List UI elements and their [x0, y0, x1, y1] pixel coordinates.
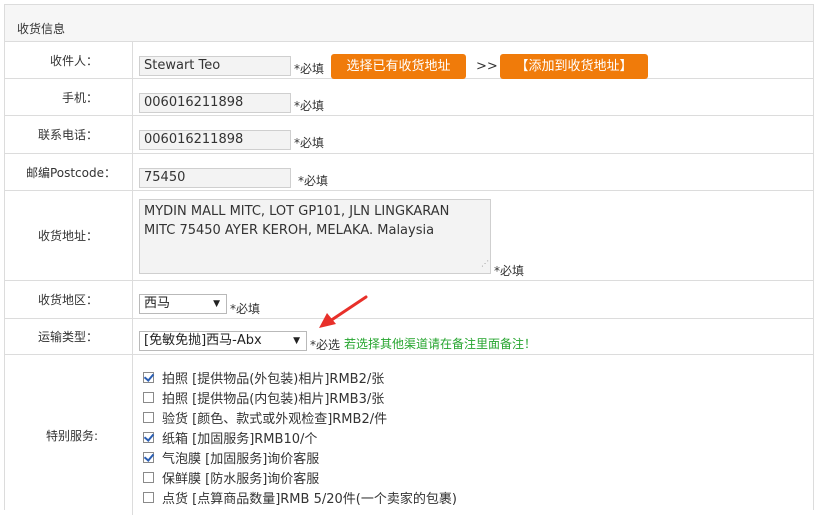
recipient-row: 收件人： Stewart Teo *必填 选择已有收货地址 >> 【添加到收货地… [5, 42, 813, 79]
chevron-down-icon: ▼ [213, 299, 220, 309]
service-item[interactable]: 拍照 [提供物品(外包装)相片]RMB2/张 [143, 368, 384, 387]
region-select[interactable]: 西马 ▼ [139, 294, 227, 314]
region-selected: 西马 [144, 296, 171, 311]
shipping-required: *必选 [310, 338, 341, 352]
phone-label: 联系电话： [37, 128, 98, 142]
services-list: 拍照 [提供物品(外包装)相片]RMB2/张 拍照 [提供物品(内包装)相片]R… [133, 355, 813, 515]
checkbox[interactable] [143, 491, 154, 503]
address-label: 收货地址： [37, 229, 98, 243]
service-item[interactable]: 纸箱 [加固服务]RMB10/个 [143, 428, 317, 447]
checkbox[interactable] [143, 471, 154, 483]
mobile-required: *必填 [294, 99, 325, 113]
phone-required: *必填 [294, 136, 325, 150]
address-line-2: MITC 75450 AYER KEROH, MELAKA. Malaysia [144, 223, 435, 238]
resize-grip-icon[interactable]: ⋰ [481, 254, 489, 273]
mobile-input[interactable]: 006016211898 [139, 93, 291, 113]
service-item[interactable]: 点货 [点算商品数量]RMB 5/20件(一个卖家的包裹) [143, 488, 457, 507]
services-label: 特别服务: [45, 428, 98, 443]
section-title: 收货信息 [5, 5, 813, 42]
address-textarea[interactable]: MYDIN MALL MITC, LOT GP101, JLN LINGKARA… [139, 199, 491, 274]
address-line-1: MYDIN MALL MITC, LOT GP101, JLN LINGKARA… [144, 204, 450, 219]
address-row: 收货地址： MYDIN MALL MITC, LOT GP101, JLN LI… [5, 191, 813, 281]
shipping-select[interactable]: [免敏免抛]西马-Abx ▼ [139, 331, 307, 351]
region-row: 收货地区： 西马 ▼ *必填 [5, 281, 813, 319]
service-item[interactable]: 拍照 [提供物品(内包装)相片]RMB3/张 [143, 388, 384, 407]
chevron-down-icon: ▼ [293, 336, 300, 346]
add-to-address-button[interactable]: 【添加到收货地址】 [500, 54, 648, 79]
region-label: 收货地区： [37, 293, 98, 307]
postcode-input[interactable]: 75450 [139, 168, 291, 188]
recipient-input[interactable]: Stewart Teo [139, 56, 291, 76]
postcode-required: *必填 [298, 174, 329, 188]
checkbox[interactable] [143, 391, 154, 403]
services-row: 特别服务: 拍照 [提供物品(外包装)相片]RMB2/张 拍照 [提供物品(内包… [5, 355, 813, 515]
shipping-row: 运输类型： [免敏免抛]西马-Abx ▼ *必选 若选择其他渠道请在备注里面备注… [5, 319, 813, 355]
checkbox[interactable] [143, 431, 154, 443]
postcode-row: 邮编Postcode： 75450 *必填 [5, 154, 813, 191]
shipping-selected: [免敏免抛]西马-Abx [144, 333, 262, 348]
postcode-label: 邮编Postcode： [25, 165, 116, 180]
arrows-separator: >> [476, 59, 498, 74]
recipient-label: 收件人： [49, 53, 98, 68]
service-item[interactable]: 保鲜膜 [防水服务]询价客服 [143, 468, 319, 487]
service-item[interactable]: 验货 [颜色、款式或外观检查]RMB2/件 [143, 408, 387, 427]
shipping-label: 运输类型： [37, 330, 98, 344]
phone-input[interactable]: 006016211898 [139, 130, 291, 150]
address-required: *必填 [494, 264, 525, 278]
phone-row: 联系电话： 006016211898 *必填 [5, 116, 813, 154]
checkbox[interactable] [143, 371, 154, 383]
mobile-row: 手机： 006016211898 *必填 [5, 79, 813, 116]
shipping-hint: 若选择其他渠道请在备注里面备注！ [344, 337, 537, 351]
select-existing-address-button[interactable]: 选择已有收货地址 [331, 54, 466, 79]
checkbox[interactable] [143, 451, 154, 463]
checkbox[interactable] [143, 411, 154, 423]
region-required: *必填 [230, 302, 261, 316]
shipping-info-form: 收货信息 收件人： Stewart Teo *必填 选择已有收货地址 >> 【添… [4, 4, 814, 515]
mobile-label: 手机： [61, 90, 98, 105]
service-item[interactable]: 气泡膜 [加固服务]询价客服 [143, 448, 319, 467]
recipient-required: *必填 [294, 62, 325, 76]
